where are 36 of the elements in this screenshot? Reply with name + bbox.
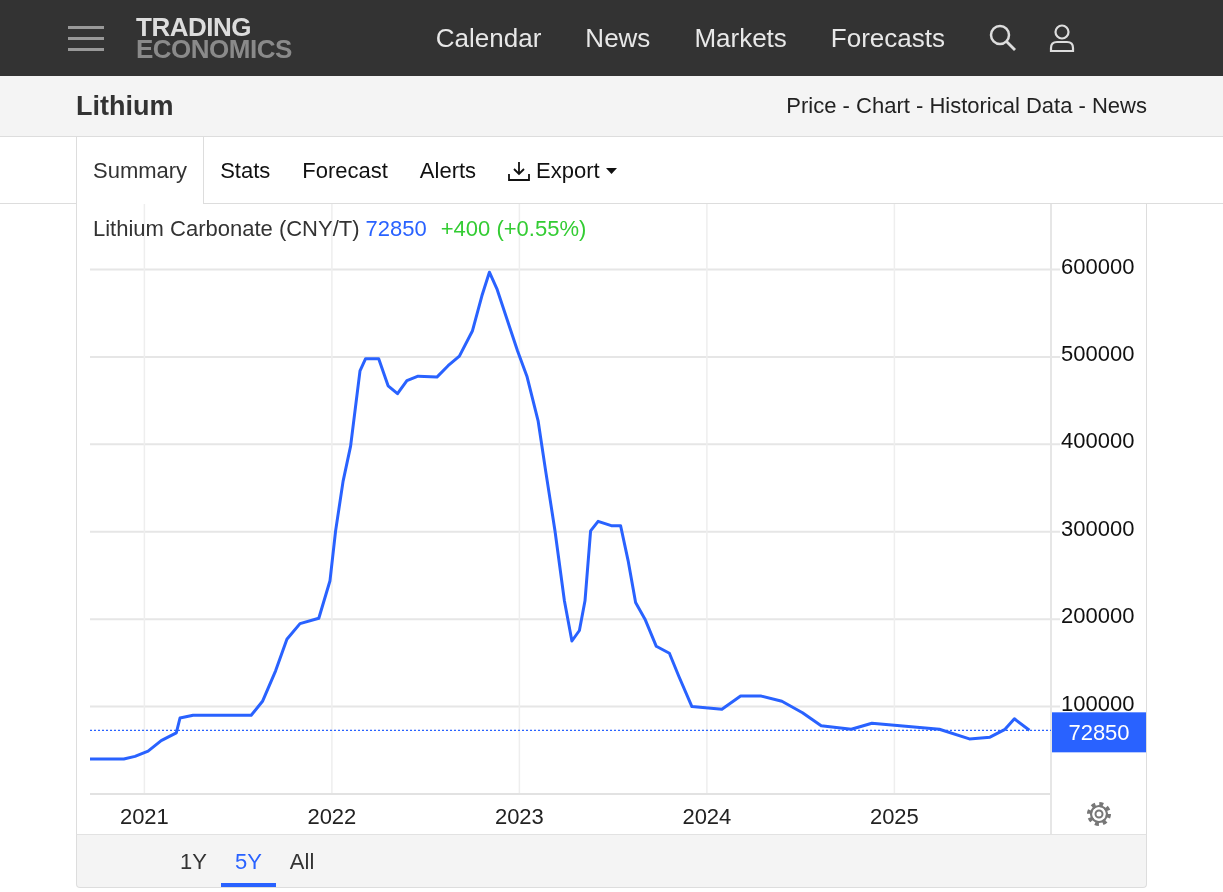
menu-icon[interactable]: [68, 24, 104, 52]
y-axis-label: 200000: [1061, 603, 1135, 629]
x-axis-label: 2022: [307, 804, 357, 829]
tab[interactable]: Alerts: [403, 137, 493, 204]
caret-icon: [605, 167, 617, 174]
download-icon: [508, 160, 531, 181]
series-name: Lithium Carbonate (CNY/T): [93, 216, 360, 242]
current-price: 72850: [365, 216, 427, 242]
x-axis-label: 2021: [119, 804, 169, 829]
tab[interactable]: Forecast: [286, 137, 404, 204]
range-button[interactable]: All: [275, 835, 329, 887]
page-title: Lithium: [76, 90, 174, 122]
y-axis-label: 300000: [1061, 515, 1135, 541]
logo[interactable]: TRADING ECONOMICS: [136, 16, 292, 60]
y-axis-label: 600000: [1061, 253, 1135, 279]
x-axis-label: 2023: [494, 804, 544, 829]
ref-line-label: 72850: [1068, 720, 1130, 746]
user-icon[interactable]: [1049, 24, 1075, 52]
nav-link[interactable]: Forecasts: [808, 22, 967, 54]
settings-icon[interactable]: [1087, 802, 1111, 826]
x-axis-label: 2024: [682, 804, 732, 829]
nav-link[interactable]: News: [563, 22, 673, 54]
x-axis-label: 2025: [869, 804, 919, 829]
price-tag: 72850: [1052, 712, 1146, 753]
nav-link[interactable]: Markets: [672, 22, 809, 54]
range-button[interactable]: 5Y: [220, 835, 276, 887]
range-button[interactable]: 1Y: [166, 835, 221, 887]
price-change: +400 (+0.55%): [440, 216, 587, 242]
y-axis-label: 400000: [1061, 428, 1135, 454]
export-dropdown[interactable]: Export: [492, 137, 633, 204]
tab[interactable]: Summary: [76, 137, 205, 204]
section-links[interactable]: Price - Chart - Historical Data - News: [786, 93, 1147, 119]
nav-link[interactable]: Calendar: [413, 22, 564, 54]
search-icon[interactable]: [989, 24, 1017, 52]
y-axis-label: 500000: [1061, 340, 1135, 366]
tab[interactable]: Stats: [204, 137, 287, 204]
